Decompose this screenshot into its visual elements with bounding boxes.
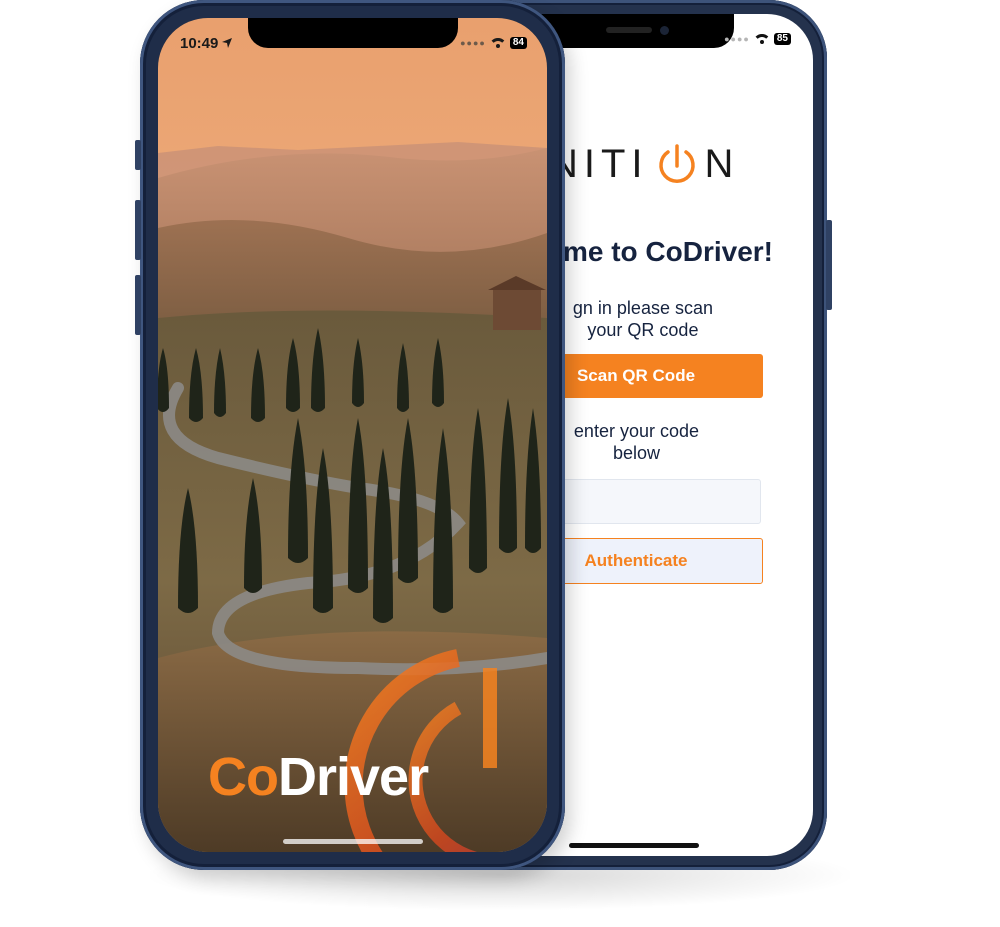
status-time: 10:49 — [180, 34, 233, 52]
wifi-icon — [491, 36, 505, 50]
logo-part-co: Co — [208, 747, 279, 807]
status-bar: ●●●● 85 — [724, 32, 791, 46]
logo-text-right: N — [704, 141, 738, 186]
signal-icon: ●●●● — [724, 34, 750, 44]
home-indicator — [283, 839, 423, 844]
scan-instruction-line: your QR code — [587, 320, 699, 340]
notch — [534, 14, 734, 48]
power-icon — [658, 144, 695, 183]
front-camera — [660, 26, 669, 35]
status-right: ●●●● 84 — [460, 36, 527, 50]
status-bar: 10:49 ●●●● 84 — [180, 34, 527, 52]
signal-icon: ●●●● — [460, 38, 486, 48]
side-button — [826, 220, 832, 310]
mute-switch — [135, 140, 141, 170]
code-instruction-line: below — [612, 443, 660, 463]
landscape-photo — [158, 18, 547, 852]
code-instruction: enter your code below — [574, 420, 699, 464]
volume-down-button — [135, 275, 141, 335]
battery-icon: 85 — [773, 33, 791, 45]
location-arrow-icon — [222, 38, 233, 48]
codriver-logo: CoDriver — [208, 746, 429, 808]
logo-part-driver: Driver — [277, 747, 429, 807]
speaker — [606, 27, 652, 33]
home-indicator — [569, 843, 699, 848]
scan-instruction-line: gn in please scan — [572, 298, 713, 318]
time-text: 10:49 — [180, 34, 219, 52]
scan-instruction: gn in please scan your QR code — [573, 297, 713, 341]
front-phone: 10:49 ●●●● 84 CoDriver — [135, 0, 565, 870]
code-instruction-line: enter your code — [573, 421, 699, 441]
splash-screen: 10:49 ●●●● 84 CoDriver — [158, 18, 547, 852]
welcome-heading: me to CoDriver! — [562, 236, 773, 267]
wifi-icon — [755, 32, 769, 46]
volume-up-button — [135, 200, 141, 260]
battery-icon: 84 — [509, 37, 527, 49]
